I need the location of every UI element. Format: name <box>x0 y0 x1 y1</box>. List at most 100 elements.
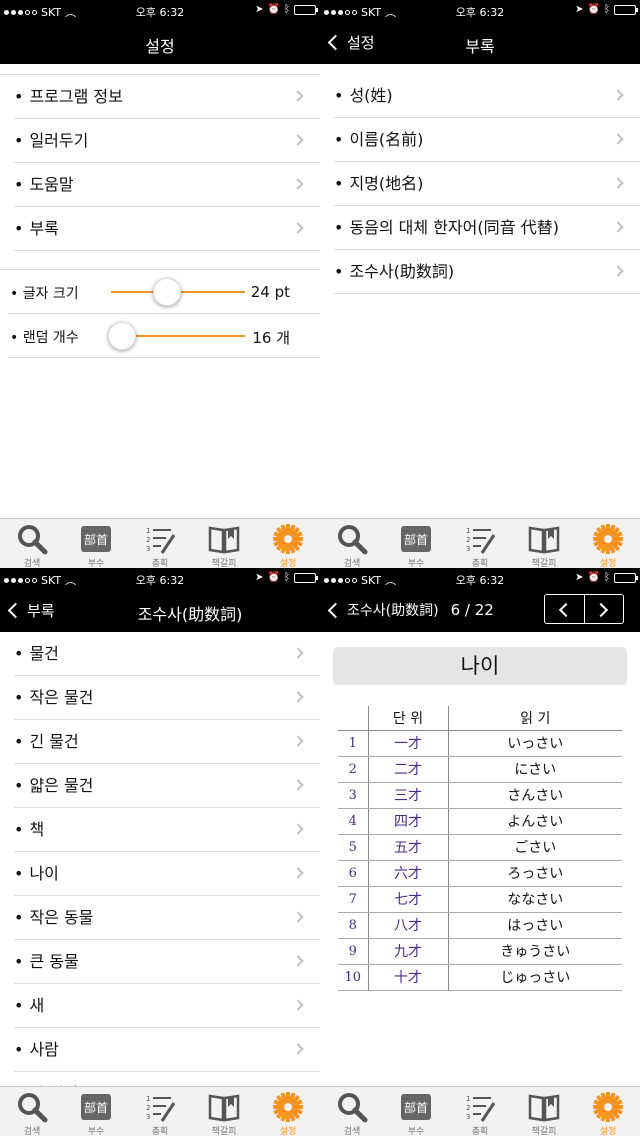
list-item[interactable]: • 새 <box>14 984 320 1028</box>
chevron-right-icon <box>612 265 624 277</box>
table-row: 5 五才 ごさい <box>338 834 622 861</box>
list-item-label: 큰 동물 <box>29 952 79 971</box>
chevron-right-icon <box>292 647 304 659</box>
tab-gear[interactable]: 설정 <box>256 1087 320 1136</box>
list-item[interactable]: • 작은 물건 <box>14 676 320 720</box>
table-cell: 2 <box>338 756 369 783</box>
tab-stroke-count[interactable]: 1 2 3 총획 <box>448 519 512 568</box>
menu-item-counters[interactable]: • 조수사(助数詞) <box>334 250 640 294</box>
tab-stroke-count[interactable]: 1 2 3 총획 <box>128 1087 192 1136</box>
table-row: 7 七才 ななさい <box>338 886 622 913</box>
radical-glyph: 部首 <box>404 532 428 547</box>
list-item-label: 작은 물건 <box>29 688 94 707</box>
menu-item-notes[interactable]: • 일러두기 <box>14 119 320 163</box>
list-item[interactable]: • 긴 물건 <box>14 720 320 764</box>
battery-icon <box>614 4 638 15</box>
list-item-label: 얇은 물건 <box>29 776 94 795</box>
page-title: 설정 <box>145 37 175 56</box>
tab-label: 검색 <box>23 1127 41 1136</box>
menu-item-homophones[interactable]: • 동음의 대체 한자어(同音 代替) <box>334 206 640 250</box>
next-button[interactable] <box>583 595 624 623</box>
menu-item-place-names[interactable]: • 지명(地名) <box>334 162 640 206</box>
tab-bookmark[interactable]: 책갈피 <box>192 519 256 568</box>
table-cell: ななさい <box>448 886 622 913</box>
tab-stroke-count[interactable]: 1 2 3 총획 <box>128 519 192 568</box>
tab-search[interactable]: 검색 <box>0 519 64 568</box>
list-item[interactable]: • 나이 <box>14 852 320 896</box>
chevron-right-icon <box>292 1043 304 1055</box>
menu-item-program-info[interactable]: • 프로그램 정보 <box>14 75 320 119</box>
svg-text:1: 1 <box>146 527 150 535</box>
tab-gear[interactable]: 설정 <box>576 519 640 568</box>
pager <box>544 594 624 624</box>
tab-search[interactable]: 검색 <box>320 519 384 568</box>
table-cell: 9 <box>338 938 369 965</box>
list-item[interactable]: • 사람 <box>14 1028 320 1072</box>
tab-search[interactable]: 검색 <box>320 1087 384 1136</box>
gear-icon <box>592 523 624 555</box>
chevron-right-icon <box>292 867 304 879</box>
tab-bookmark[interactable]: 책갈피 <box>512 519 576 568</box>
menu-item-given-names[interactable]: • 이름(名前) <box>334 118 640 162</box>
appendix-menu: • 성(姓) • 이름(名前) • 지명(地名) • 동음의 대체 한자어(同音 代替)… <box>320 74 640 294</box>
random-count-slider-thumb[interactable] <box>107 322 136 350</box>
counter-detail-screen: SKT ︵ 오후 6:32 ➤ ⏰ ᛒ 조수사(助数詞) 6 / 22 나이 단 위 읽… <box>320 568 640 1136</box>
chevron-left-icon <box>7 602 24 619</box>
tab-radical[interactable]: 部首 부수 <box>64 519 128 568</box>
table-cell: 1 <box>338 730 369 757</box>
font-size-value: 24 pt <box>250 283 290 301</box>
tab-radical[interactable]: 部首 부수 <box>384 1087 448 1136</box>
bookmark-icon <box>528 1091 560 1123</box>
svg-text:3: 3 <box>466 1113 470 1121</box>
back-button[interactable]: 조수사(助数詞) 6 / 22 <box>326 600 494 620</box>
tab-label: 설정 <box>279 1127 297 1136</box>
word-heading: 나이 <box>333 647 627 685</box>
menu-item-label: 도움말 <box>29 175 74 194</box>
svg-text:2: 2 <box>466 1104 470 1112</box>
location-icon: ➤ <box>575 4 584 15</box>
tab-stroke-count[interactable]: 1 2 3 총획 <box>448 1087 512 1136</box>
tab-gear[interactable]: 설정 <box>576 1087 640 1136</box>
page-counter: 6 / 22 <box>450 601 494 619</box>
table-row: 1 一才 いっさい <box>338 730 622 757</box>
settings-screen: SKT ︵ 오후 6:32 ➤ ⏰ ᛒ 설정 • 프로그램 정보 • 일러두기 • 도움말 … <box>0 0 320 568</box>
bluetooth-icon: ᛒ <box>284 572 290 583</box>
gear-icon <box>272 1091 304 1123</box>
tab-label: 검색 <box>23 559 41 568</box>
table-cell: 六才 <box>368 860 449 887</box>
previous-button[interactable] <box>545 595 584 623</box>
menu-item-help[interactable]: • 도움말 <box>14 163 320 207</box>
menu-item-surnames[interactable]: • 성(姓) <box>334 74 640 118</box>
tab-gear[interactable]: 설정 <box>256 519 320 568</box>
table-cell: いっさい <box>448 730 622 757</box>
table-cell: 7 <box>338 886 369 913</box>
tab-radical[interactable]: 部首 부수 <box>384 519 448 568</box>
tab-label: 부수 <box>87 559 105 568</box>
svg-text:3: 3 <box>466 545 470 553</box>
tab-bookmark[interactable]: 책갈피 <box>192 1087 256 1136</box>
font-size-slider-thumb[interactable] <box>153 278 182 306</box>
list-item[interactable]: • 물건 <box>14 632 320 676</box>
svg-text:2: 2 <box>146 536 150 544</box>
table-cell: 一才 <box>368 730 449 757</box>
svg-text:3: 3 <box>146 1113 150 1121</box>
svg-text:2: 2 <box>146 1104 150 1112</box>
appendix-screen: SKT ︵ 오후 6:32 ➤ ⏰ ᛒ 설정 부록 • 성(姓) • 이름(名前) • 지명… <box>320 0 640 568</box>
tab-bookmark[interactable]: 책갈피 <box>512 1087 576 1136</box>
status-bar: SKT ︵ 오후 6:32 ➤ ⏰ ᛒ <box>320 568 640 590</box>
list-item[interactable]: • 작은 동물 <box>14 896 320 940</box>
list-item[interactable]: • 책 <box>14 808 320 852</box>
table-row: 6 六才 ろっさい <box>338 860 622 887</box>
svg-text:3: 3 <box>146 545 150 553</box>
tab-radical[interactable]: 部首 부수 <box>64 1087 128 1136</box>
menu-item-appendix[interactable]: • 부록 <box>14 207 320 251</box>
font-size-row: • 글자 크기 24 pt <box>8 270 320 314</box>
table-cell: 七才 <box>368 886 449 913</box>
chevron-right-icon <box>292 691 304 703</box>
tab-search[interactable]: 검색 <box>0 1087 64 1136</box>
list-item[interactable]: • 얇은 물건 <box>14 764 320 808</box>
list-item[interactable]: • 큰 동물 <box>14 940 320 984</box>
nav-bar: 설정 부록 <box>320 22 640 64</box>
chevron-right-icon <box>593 602 608 618</box>
tab-label: 총획 <box>471 1127 489 1136</box>
